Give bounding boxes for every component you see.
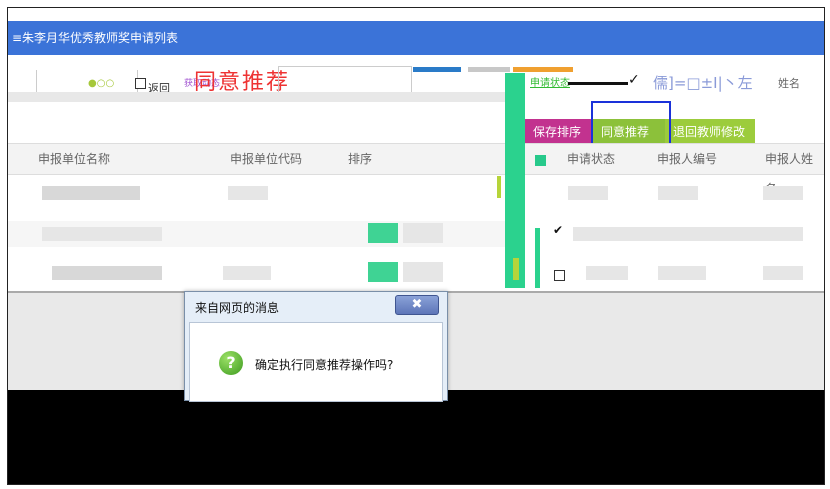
sort-input[interactable] xyxy=(368,262,398,282)
toolbar-bar-orange xyxy=(513,67,573,72)
toolbar-checkbox[interactable] xyxy=(135,78,146,89)
row-checkbox-checked[interactable]: ✔ xyxy=(553,223,563,237)
garbled-text-fragment: 儒]=□±I|⼂左 xyxy=(653,74,753,92)
panel-separator xyxy=(505,73,525,288)
dialog-title: 来自网页的消息 xyxy=(195,301,280,315)
page-title-bar: ≡朱李月华优秀教师奖申请列表 xyxy=(8,21,824,55)
toolbar-divider xyxy=(8,92,523,102)
row-marker xyxy=(497,176,501,198)
search-input[interactable] xyxy=(36,70,138,93)
table-cell xyxy=(658,266,706,280)
table-cell xyxy=(42,186,140,200)
close-icon[interactable]: ✖ xyxy=(395,295,439,315)
table-cell xyxy=(568,186,608,200)
table-cell xyxy=(223,266,271,280)
return-modify-button[interactable]: 退回教师修改 xyxy=(665,119,755,145)
row-marker xyxy=(513,258,519,280)
sort-input[interactable] xyxy=(403,262,443,282)
status-select[interactable]: 申请状态 xyxy=(530,74,570,89)
keyword-input[interactable] xyxy=(278,66,412,94)
page-title: ≡朱李月华优秀教师奖申请列表 xyxy=(12,31,179,45)
select-all-checkbox[interactable] xyxy=(535,155,546,166)
table-cell xyxy=(573,227,803,241)
header-applicant-id: 申报人编号 xyxy=(657,152,718,166)
row-checkbox[interactable] xyxy=(554,270,565,281)
name-label: 姓名 xyxy=(778,77,800,90)
toolbar-bar-gray xyxy=(468,67,510,72)
sort-input[interactable] xyxy=(368,223,398,243)
header-status: 申请状态 xyxy=(567,152,616,166)
header-unit-code: 申报单位代码 xyxy=(230,152,303,166)
table-header-left: 申报单位名称 申报单位代码 排序 xyxy=(8,143,505,175)
table-cell xyxy=(763,266,803,280)
header-sort: 排序 xyxy=(348,152,373,166)
select-underline xyxy=(568,82,628,85)
dialog-message: 确定执行同意推荐操作吗? xyxy=(255,358,394,372)
black-bottom-area xyxy=(8,390,824,484)
table-cell xyxy=(228,186,268,200)
toolbar-bar-blue xyxy=(413,67,461,72)
green-fragment: ●○○ xyxy=(88,78,115,89)
confirm-dialog: 来自网页的消息 ✖ ? 确定执行同意推荐操作吗? xyxy=(184,291,448,402)
sort-input[interactable] xyxy=(403,223,443,243)
table-cell xyxy=(52,266,162,280)
save-sort-button[interactable]: 保存排序 xyxy=(525,119,591,145)
chevron-down-icon[interactable]: ✓ xyxy=(628,72,640,88)
table-cell xyxy=(42,227,162,241)
panel-separator-inner xyxy=(535,228,540,288)
table-cell xyxy=(763,186,803,200)
browser-frame: ≡朱李月华优秀教师奖申请列表 ●○○ 返回 获取动态 同意推荐 申请状态 ✓ 儒… xyxy=(7,7,825,485)
table-cell xyxy=(586,266,628,280)
table-header-right: 申请状态 申报人编号 申报人姓名 xyxy=(525,143,824,196)
header-unit-name: 申报单位名称 xyxy=(38,152,111,166)
question-icon: ? xyxy=(219,351,243,375)
table-cell xyxy=(658,186,698,200)
